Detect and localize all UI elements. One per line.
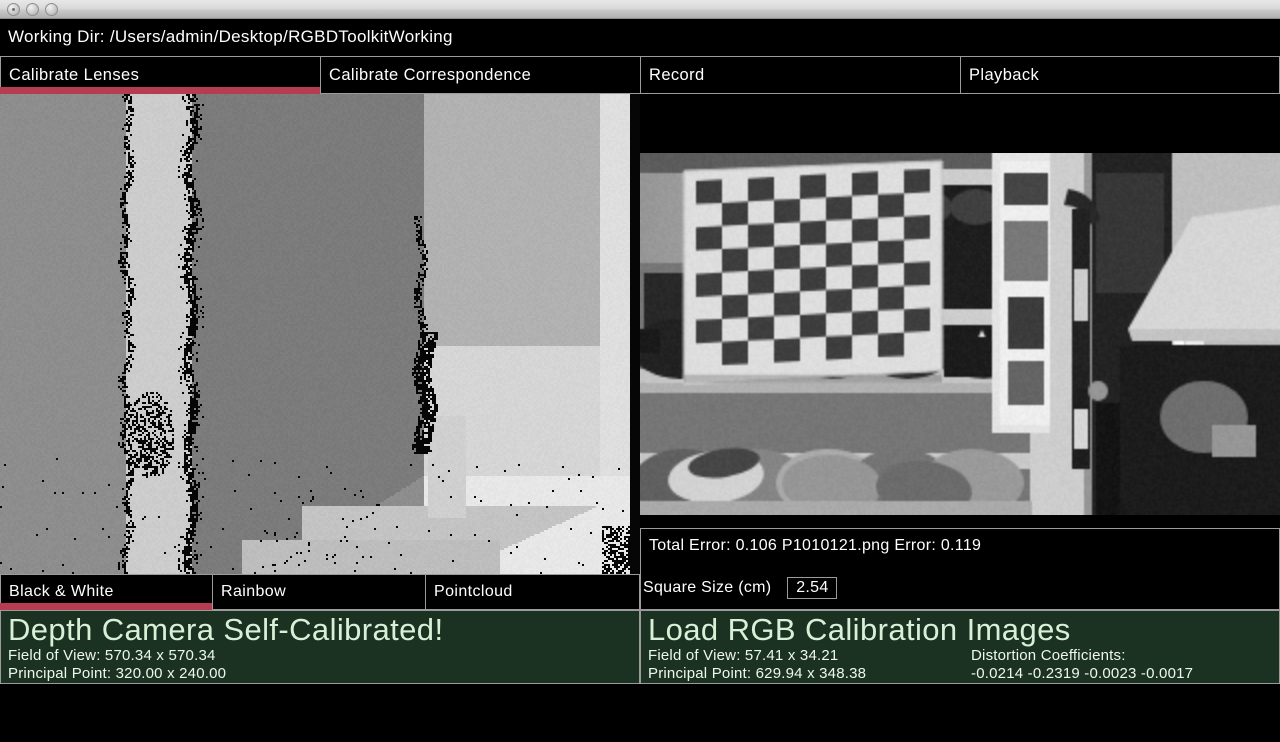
square-size-label: Square Size (cm) — [641, 579, 771, 597]
minimize-button[interactable] — [26, 3, 39, 16]
close-button[interactable] — [7, 3, 20, 16]
depth-status-title: Depth Camera Self-Calibrated! — [8, 611, 443, 649]
rgb-calibration-info-panel: Total Error: 0.106 P1010121.png Error: 0… — [640, 528, 1280, 610]
colormap-tab-label: Black & White — [9, 583, 114, 601]
colormap-tab-black-and-white[interactable]: Black & White — [0, 574, 213, 610]
os-title-bar — [0, 0, 1280, 19]
tab-label: Calibrate Correspondence — [329, 66, 531, 85]
bottom-filler — [0, 684, 1280, 742]
zoom-button[interactable] — [45, 3, 58, 16]
distortion-coefficients-values: -0.0214 -0.2319 -0.0023 -0.0017 — [971, 665, 1193, 683]
depth-image-canvas — [0, 94, 640, 574]
colormap-tab-active-underline — [0, 603, 213, 610]
colormap-tab-pointcloud[interactable]: Pointcloud — [425, 574, 640, 610]
main-tab-bar: Calibrate Lenses Calibrate Correspondenc… — [0, 56, 1280, 94]
calibration-error-text: Total Error: 0.106 P1010121.png Error: 0… — [649, 537, 981, 555]
rgb-status-title: Load RGB Calibration Images — [648, 611, 1071, 649]
tab-label: Record — [649, 66, 705, 85]
tab-active-underline — [0, 87, 321, 94]
tab-record[interactable]: Record — [640, 56, 961, 94]
tab-calibrate-lenses[interactable]: Calibrate Lenses — [0, 56, 321, 94]
working-dir-bar[interactable]: Working Dir: /Users/admin/Desktop/RGBDTo… — [0, 19, 1280, 55]
rgb-camera-preview[interactable] — [640, 94, 1280, 574]
tab-label: Calibrate Lenses — [9, 66, 139, 85]
rgb-status-panel[interactable]: Load RGB Calibration Images Field of Vie… — [640, 610, 1280, 684]
tab-calibrate-correspondence[interactable]: Calibrate Correspondence — [320, 56, 641, 94]
rgb-principal-point: Principal Point: 629.94 x 348.38 — [648, 665, 866, 683]
depth-camera-preview[interactable] — [0, 94, 640, 574]
depth-principal-point: Principal Point: 320.00 x 240.00 — [8, 665, 226, 683]
colormap-tab-label: Pointcloud — [434, 583, 513, 601]
window-controls — [7, 3, 58, 16]
tab-playback[interactable]: Playback — [960, 56, 1280, 94]
colormap-tab-label: Rainbow — [221, 583, 286, 601]
viewport-row — [0, 94, 1280, 574]
tab-label: Playback — [969, 66, 1039, 85]
depth-field-of-view: Field of View: 570.34 x 570.34 — [8, 647, 216, 665]
depth-status-panel[interactable]: Depth Camera Self-Calibrated! Field of V… — [0, 610, 640, 684]
rgb-image-canvas — [640, 153, 1280, 515]
app-window: Working Dir: /Users/admin/Desktop/RGBDTo… — [0, 0, 1280, 742]
colormap-tab-bar: Black & White Rainbow Pointcloud — [0, 574, 640, 610]
square-size-input[interactable]: 2.54 — [787, 577, 837, 599]
working-dir-text: Working Dir: /Users/admin/Desktop/RGBDTo… — [8, 27, 453, 47]
rgb-field-of-view: Field of View: 57.41 x 34.21 — [648, 647, 838, 665]
distortion-coefficients-label: Distortion Coefficients: — [971, 647, 1126, 665]
square-size-row: Square Size (cm) 2.54 — [641, 573, 837, 603]
colormap-tab-rainbow[interactable]: Rainbow — [212, 574, 426, 610]
